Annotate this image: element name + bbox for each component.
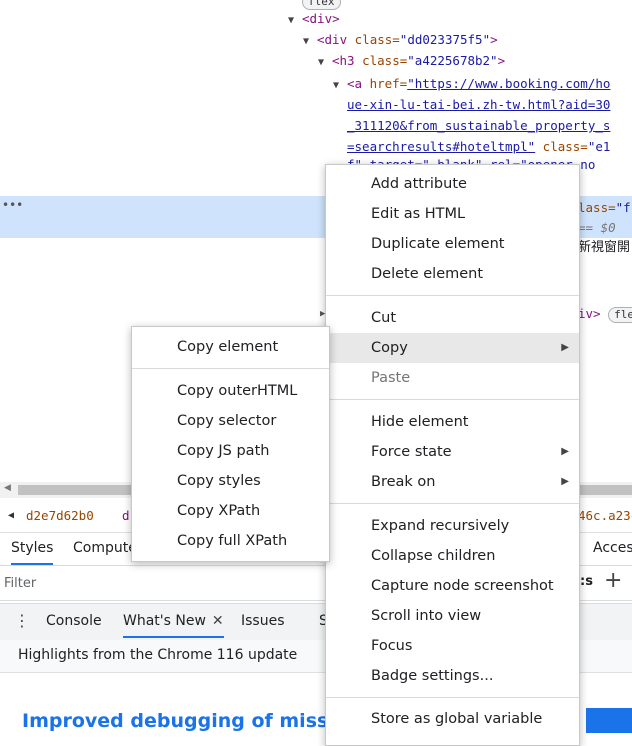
close-icon[interactable]: ✕ [212,613,224,629]
menu-scroll-into-view[interactable]: Scroll into view [326,601,579,631]
tab-console[interactable]: Console [46,604,102,638]
menu-badge-settings[interactable]: Badge settings... [326,661,579,691]
breadcrumb-item[interactable]: 46c.a23c [578,500,632,532]
filter-input[interactable] [2,571,326,595]
href-link[interactable]: "https://www.booking.com/ho [407,76,610,91]
menu-copy-outerhtml[interactable]: Copy outerHTML [132,376,329,406]
submenu-arrow-icon: ▶ [561,446,569,457]
menu-expand-recursively[interactable]: Expand recursively [326,511,579,541]
menu-copy-styles[interactable]: Copy styles [132,466,329,496]
menu-separator [132,368,329,369]
more-dots-icon[interactable]: ••• [2,198,23,212]
menu-add-attribute[interactable]: Add attribute [326,169,579,199]
tab-whats-new[interactable]: What's New ✕ [123,604,224,638]
context-menu: Add attribute Edit as HTML Duplicate ele… [325,164,580,746]
menu-copy-element[interactable]: Copy element [132,332,329,362]
menu-copy-full-xpath[interactable]: Copy full XPath [132,526,329,556]
breadcrumb-item[interactable]: d2e7d62b0 [26,500,94,532]
menu-capture-node-screenshot[interactable]: Capture node screenshot [326,571,579,601]
hov-toggle[interactable]: :s [580,574,593,589]
triangle-down-icon[interactable]: ▼ [303,32,317,52]
breadcrumb-item[interactable]: d [122,500,130,532]
tab-issues[interactable]: Issues [241,604,285,638]
triangle-down-icon[interactable]: ▼ [333,76,347,96]
flex-badge[interactable]: fle [608,307,632,323]
article-image [586,708,632,733]
menu-paste: Paste [371,370,411,386]
breadcrumb-left-icon[interactable]: ◀ [8,500,14,532]
menu-copy-xpath[interactable]: Copy XPath [132,496,329,526]
menu-break-on[interactable]: Break on ▶ [326,467,579,497]
menu-cut[interactable]: Cut [326,303,579,333]
tab-computed[interactable]: Compute [73,533,137,563]
tab-styles[interactable]: Styles [11,533,54,565]
plus-icon[interactable]: + [604,568,622,593]
kebab-menu-icon[interactable]: ⋮ [14,613,30,629]
menu-copy-selector[interactable]: Copy selector [132,406,329,436]
article-title[interactable]: Improved debugging of missing [22,710,362,732]
menu-delete-element[interactable]: Delete element [326,259,579,289]
triangle-down-icon[interactable]: ▼ [288,11,302,31]
tree-text-chinese: 新視窗開 [578,240,631,255]
triangle-down-icon[interactable]: ▼ [318,53,332,73]
selected-marker: == $0 [578,220,616,235]
copy-submenu: Copy element Copy outerHTML Copy selecto… [131,326,330,562]
menu-collapse-children[interactable]: Collapse children [326,541,579,571]
tree-node-a[interactable]: ▼ <a href="https://www.booking.com/ho [333,74,610,94]
href-link-cont[interactable]: =searchresults#hoteltmpl" [347,139,535,154]
menu-separator [326,503,579,504]
href-link-cont[interactable]: _311120&from_sustainable_property_s [347,118,610,133]
tree-node-div[interactable]: ▼ <div> [288,9,340,29]
menu-force-state[interactable]: Force state ▶ [326,437,579,467]
menu-focus[interactable]: Focus [326,631,579,661]
highlights-text: Highlights from the Chrome 116 update [18,647,298,663]
tree-node-div-class[interactable]: ▼ <div class="dd023375f5"> [303,30,498,50]
scroll-left-icon[interactable]: ◀ [4,483,11,493]
tab-accessibility[interactable]: Acces [593,533,632,563]
menu-separator [326,697,579,698]
tree-node-h3[interactable]: ▼ <h3 class="a4225678b2"> [318,51,505,71]
submenu-arrow-icon: ▶ [561,342,569,353]
menu-store-as-global-variable[interactable]: Store as global variable [326,704,579,734]
menu-separator [326,295,579,296]
menu-hide-element[interactable]: Hide element [326,407,579,437]
menu-separator [326,399,579,400]
href-link-cont[interactable]: ue-xin-lu-tai-bei.zh-tw.html?aid=30 [347,97,610,112]
submenu-arrow-icon: ▶ [561,476,569,487]
menu-copy[interactable]: Copy ▶ [326,333,579,363]
menu-duplicate-element[interactable]: Duplicate element [326,229,579,259]
menu-edit-as-html[interactable]: Edit as HTML [326,199,579,229]
menu-copy-js-path[interactable]: Copy JS path [132,436,329,466]
